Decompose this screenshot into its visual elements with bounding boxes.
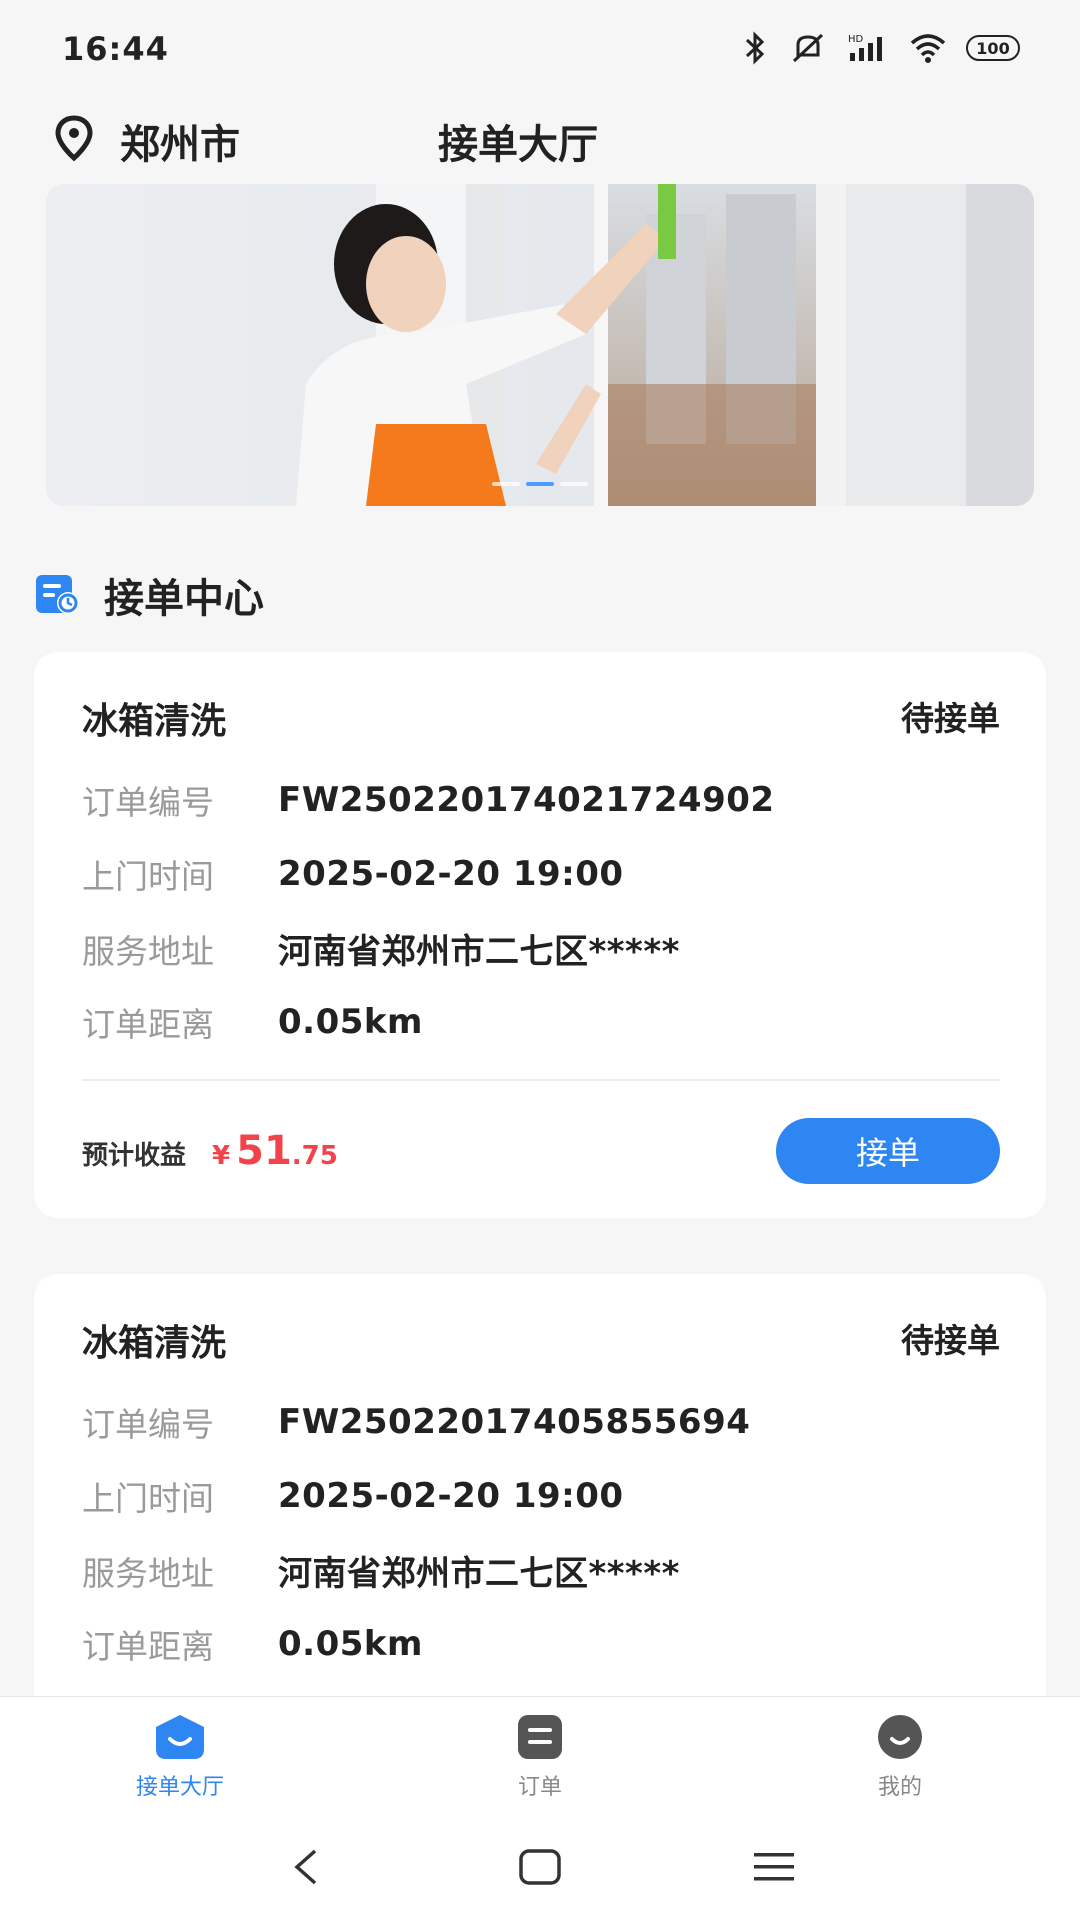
- distance-row: 订单距离 0.05km: [82, 1620, 423, 1668]
- visit-time-label: 上门时间: [82, 1479, 214, 1518]
- home-icon[interactable]: [510, 1842, 570, 1892]
- battery-icon: 100: [966, 28, 1020, 68]
- order-center-icon: [36, 575, 79, 614]
- address-label: 服务地址: [82, 1553, 214, 1593]
- tab-profile[interactable]: 我的: [800, 1713, 1000, 1801]
- hall-icon: [156, 1715, 204, 1759]
- orders-icon: [518, 1715, 562, 1759]
- tab-label: 接单大厅: [135, 1775, 224, 1800]
- service-name: 冰箱清洗: [82, 1323, 227, 1364]
- banner-illustration: [46, 184, 1034, 506]
- address-label: 服务地址: [82, 931, 214, 971]
- order-number-label: 订单编号: [82, 783, 214, 822]
- page-title: 接单大厅: [438, 122, 598, 168]
- status-bar: 16:44 HD 100: [0, 0, 1080, 100]
- profile-icon: [878, 1715, 922, 1759]
- section-header: 接单中心: [34, 566, 264, 624]
- estimated-earning: 预计收益 ¥ 51 .75: [82, 1128, 338, 1174]
- order-number-value: FW25022017402172490​2: [278, 780, 775, 820]
- wifi-icon: [908, 28, 948, 68]
- bottom-tab-bar: 接单大厅 订单 我的: [0, 1696, 1080, 1813]
- order-number-value: FW25022017405855694: [278, 1402, 751, 1442]
- status-time: 16:44: [62, 30, 169, 68]
- earning-integer: 51: [236, 1128, 292, 1174]
- carousel-dot-active[interactable]: [526, 482, 554, 486]
- header: 郑州市 接单大厅: [0, 100, 1080, 180]
- tab-order-hall[interactable]: 接单大厅: [80, 1713, 280, 1801]
- signal-icon: HD: [846, 28, 890, 68]
- back-icon[interactable]: [276, 1842, 336, 1892]
- svg-text:HD: HD: [848, 34, 864, 45]
- order-status: 待接单: [901, 699, 1000, 738]
- carousel-dot[interactable]: [492, 482, 520, 486]
- tab-orders[interactable]: 订单: [440, 1713, 640, 1801]
- visit-time-value: 2025-02-20 19:00: [278, 854, 624, 894]
- distance-value: 0.05km: [278, 1002, 423, 1042]
- order-card[interactable]: 冰箱清洗 待接单 订单编号 FW25022017405855694 上门时间 2…: [34, 1274, 1046, 1734]
- accept-order-button[interactable]: 接单: [776, 1118, 1000, 1184]
- earning-decimal: .75: [291, 1141, 338, 1171]
- menu-icon[interactable]: [744, 1842, 804, 1892]
- address-value: 河南省郑州市二七区*****: [278, 1554, 680, 1594]
- status-icons: HD 100: [740, 28, 1020, 68]
- carousel-dot[interactable]: [560, 482, 588, 486]
- order-number-row: 订单编号 FW25022017402172490​2: [82, 776, 775, 824]
- visit-time-value: 2025-02-20 19:00: [278, 1476, 624, 1516]
- location-pin-icon[interactable]: [50, 114, 98, 162]
- tab-label: 订单: [517, 1775, 562, 1800]
- order-card[interactable]: 冰箱清洗 待接单 订单编号 FW25022017402172490​2 上门时间…: [34, 652, 1046, 1218]
- distance-value: 0.05km: [278, 1624, 423, 1664]
- distance-label: 订单距离: [82, 1627, 214, 1666]
- section-title: 接单中心: [104, 576, 264, 622]
- banner-image[interactable]: [46, 184, 1034, 506]
- visit-time-row: 上门时间 2025-02-20 19:00: [82, 1472, 624, 1520]
- currency-symbol: ¥: [212, 1141, 231, 1171]
- earning-label: 预计收益: [82, 1141, 187, 1171]
- service-name: 冰箱清洗: [82, 701, 227, 742]
- city-selector[interactable]: 郑州市: [120, 112, 240, 170]
- battery-level: 100: [966, 35, 1020, 61]
- order-status: 待接单: [901, 1321, 1000, 1360]
- address-row: 服务地址 河南省郑州市二七区*****: [82, 1546, 680, 1595]
- card-divider: [82, 1079, 1000, 1081]
- distance-label: 订单距离: [82, 1005, 214, 1044]
- carousel-indicator[interactable]: [492, 482, 588, 486]
- distance-row: 订单距离 0.05km: [82, 998, 423, 1046]
- address-value: 河南省郑州市二七区*****: [278, 932, 680, 972]
- system-nav-bar: [0, 1812, 1080, 1920]
- order-number-row: 订单编号 FW25022017405855694: [82, 1398, 750, 1446]
- address-row: 服务地址 河南省郑州市二七区*****: [82, 924, 680, 973]
- visit-time-label: 上门时间: [82, 857, 214, 896]
- mute-icon: [788, 28, 828, 68]
- bluetooth-icon: [740, 28, 770, 68]
- order-number-label: 订单编号: [82, 1405, 214, 1444]
- tab-label: 我的: [877, 1775, 922, 1800]
- visit-time-row: 上门时间 2025-02-20 19:00: [82, 850, 624, 898]
